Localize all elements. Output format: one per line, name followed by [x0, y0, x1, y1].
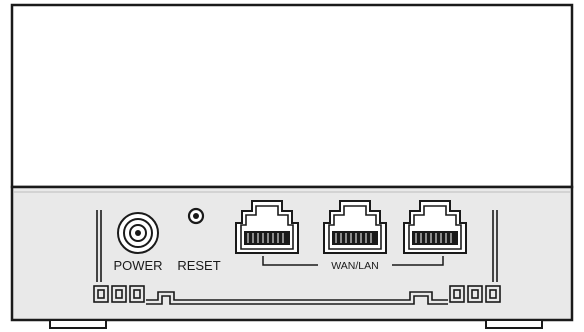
wan-lan-label: WAN/LAN [331, 260, 378, 272]
router-back-view-diagram: POWER RESET WAN/LAN [10, 3, 574, 329]
reset-pinhole-icon[interactable] [187, 207, 205, 225]
left-foot [49, 319, 107, 329]
right-foot [485, 319, 543, 329]
reset-label: RESET [177, 258, 220, 273]
power-label: POWER [113, 258, 162, 273]
router-top-housing [10, 3, 574, 189]
power-jack-icon[interactable] [117, 212, 159, 254]
